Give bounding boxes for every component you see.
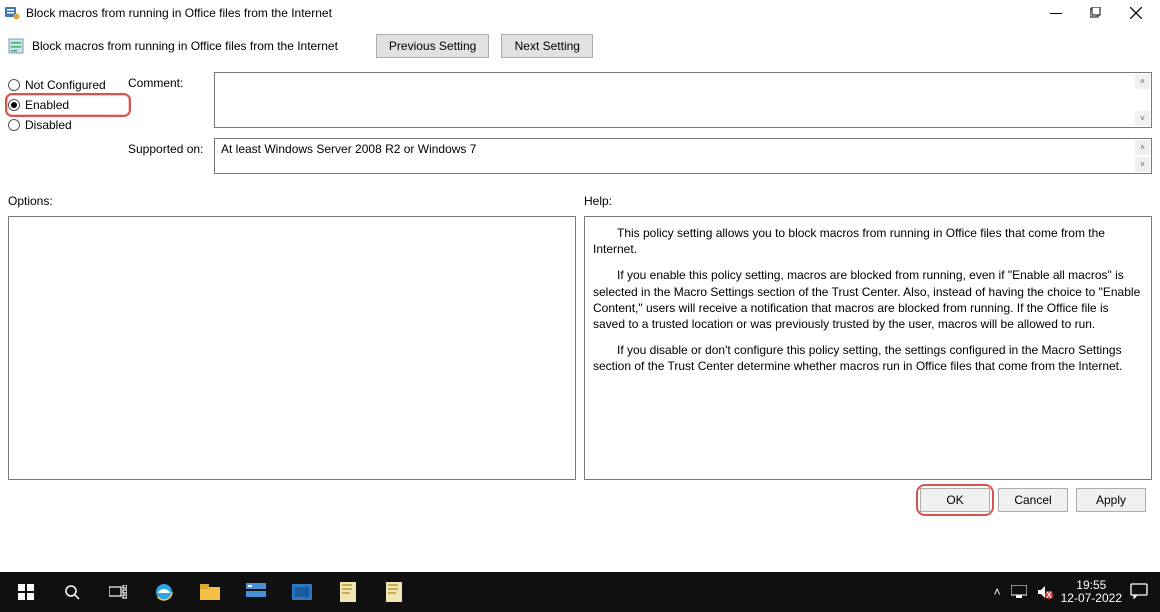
window-title: Block macros from running in Office file…	[26, 6, 1036, 20]
title-bar: Block macros from running in Office file…	[0, 0, 1160, 26]
comment-row: Comment: ˄ ˅	[128, 72, 1152, 128]
previous-setting-button[interactable]: Previous Setting	[376, 34, 489, 58]
close-button[interactable]	[1116, 1, 1156, 25]
help-paragraph: If you enable this policy setting, macro…	[593, 267, 1143, 332]
scroll-up-icon[interactable]: ˄	[1135, 74, 1150, 89]
panes-row: Options: Help: This policy setting allow…	[0, 184, 1160, 480]
radio-label: Disabled	[25, 118, 72, 132]
next-setting-button[interactable]: Next Setting	[501, 34, 593, 58]
help-box[interactable]: This policy setting allows you to block …	[584, 216, 1152, 480]
ok-button[interactable]: OK	[920, 488, 990, 512]
policy-setting-icon	[8, 38, 24, 54]
policy-body: Not Configured Enabled Disabled Comment:…	[0, 62, 1160, 184]
fields-column: Comment: ˄ ˅ Supported on: At least Wind…	[128, 62, 1152, 184]
ok-highlight: OK	[920, 488, 990, 512]
tray-chevron-icon[interactable]: ˄	[994, 585, 1001, 599]
dialog-buttons: OK Cancel Apply	[0, 480, 1160, 520]
subtitle-row: Block macros from running in Office file…	[0, 26, 1160, 62]
group-policy-icon	[4, 5, 20, 21]
radio-icon	[8, 119, 20, 131]
options-pane: Options:	[8, 190, 576, 480]
maximize-button[interactable]	[1076, 1, 1116, 25]
scroll-down-icon[interactable]: ˅	[1135, 157, 1150, 172]
apply-button[interactable]: Apply	[1076, 488, 1146, 512]
radio-disabled[interactable]: Disabled	[8, 114, 128, 136]
options-box[interactable]	[8, 216, 576, 480]
scroll-up-icon[interactable]: ˄	[1135, 140, 1150, 155]
taskbar-explorer-icon[interactable]	[188, 572, 232, 612]
search-button[interactable]	[50, 572, 94, 612]
options-label: Options:	[8, 190, 576, 216]
supported-label: Supported on:	[128, 138, 214, 174]
radio-dot-icon	[11, 102, 17, 108]
help-paragraph: This policy setting allows you to block …	[593, 225, 1143, 257]
comment-label: Comment:	[128, 72, 214, 128]
task-view-button[interactable]	[96, 572, 140, 612]
minimize-button[interactable]	[1036, 1, 1076, 25]
radio-icon	[8, 99, 20, 111]
notifications-icon[interactable]	[1130, 583, 1148, 602]
policy-subtitle: Block macros from running in Office file…	[32, 39, 368, 53]
comment-textarea[interactable]: ˄ ˅	[214, 72, 1152, 128]
radio-label: Not Configured	[25, 78, 106, 92]
state-radio-group: Not Configured Enabled Disabled	[8, 62, 128, 184]
radio-not-configured[interactable]: Not Configured	[8, 74, 128, 96]
help-pane: Help: This policy setting allows you to …	[584, 190, 1152, 480]
supported-value: At least Windows Server 2008 R2 or Windo…	[221, 142, 476, 156]
window-controls	[1036, 1, 1156, 25]
help-label: Help:	[584, 190, 1152, 216]
supported-textbox: At least Windows Server 2008 R2 or Windo…	[214, 138, 1152, 174]
tray-icons[interactable]: ˄ x	[994, 585, 1053, 599]
taskbar-app-icon[interactable]	[372, 572, 416, 612]
taskbar-ie-icon[interactable]	[142, 572, 186, 612]
radio-icon	[8, 79, 20, 91]
taskbar-server-manager-icon[interactable]	[234, 572, 278, 612]
scroll-down-icon[interactable]: ˅	[1135, 111, 1150, 126]
radio-label: Enabled	[25, 98, 69, 112]
radio-enabled[interactable]: Enabled	[8, 96, 128, 114]
start-button[interactable]	[4, 572, 48, 612]
volume-muted-icon[interactable]: x	[1037, 585, 1053, 599]
tray-date-text: 12-07-2022	[1061, 592, 1122, 605]
svg-text:x: x	[1046, 587, 1052, 599]
cancel-button[interactable]: Cancel	[998, 488, 1068, 512]
taskbar-app-icon[interactable]	[280, 572, 324, 612]
help-paragraph: If you disable or don't configure this p…	[593, 342, 1143, 374]
taskbar-app-icon[interactable]	[326, 572, 370, 612]
taskbar: ˄ x 19:55 12-07-2022	[0, 572, 1160, 612]
supported-row: Supported on: At least Windows Server 20…	[128, 138, 1152, 174]
network-icon[interactable]	[1011, 585, 1027, 599]
tray-clock[interactable]: 19:55 12-07-2022	[1061, 579, 1122, 605]
